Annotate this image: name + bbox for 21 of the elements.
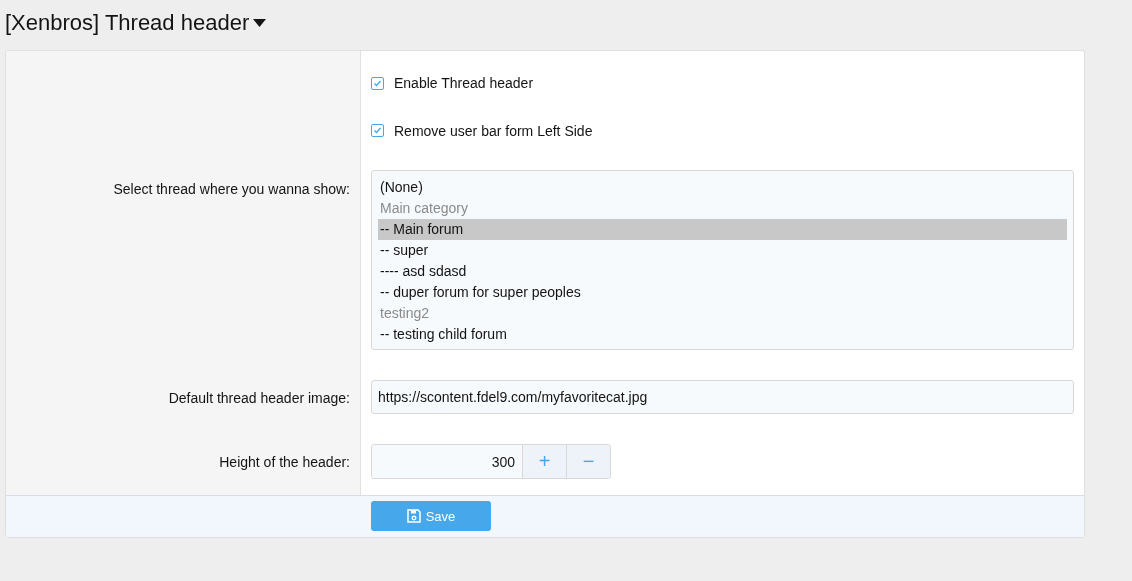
list-option[interactable]: ---- asd sdasd <box>378 261 1067 282</box>
checkbox[interactable] <box>371 76 384 90</box>
checkbox-label: Enable Thread header <box>394 75 534 91</box>
list-option[interactable]: (None) <box>378 177 1067 198</box>
caret-icon[interactable] <box>253 19 267 27</box>
list-option[interactable]: -- Main forum <box>378 219 1067 240</box>
list-option[interactable]: -- super <box>378 240 1067 261</box>
page-title: [Xenbros] Thread header <box>5 10 250 36</box>
checkmark-icon <box>373 126 382 135</box>
option-group-label: testing2 <box>379 304 431 323</box>
list-option[interactable]: -- duper forum for super peoples <box>378 282 1067 303</box>
field-label: Default thread header image: <box>168 389 350 406</box>
checkbox[interactable] <box>371 124 384 137</box>
option-group-label: Main category <box>379 199 469 218</box>
checkbox-label: Remove user bar form Left Side <box>394 122 593 139</box>
thread-listbox[interactable]: (None) Main category -- Main forum -- super ---- asd sdasd -- duper forum for super peoples testing2 -- testing child forum <box>371 170 1074 350</box>
field-label: Select thread where you wanna show: <box>113 181 350 197</box>
image-url-field[interactable]: https://scontent.fdel9.com/myfavoritecat.jpg <box>371 380 1074 414</box>
list-option[interactable]: -- testing child forum <box>378 324 1067 345</box>
field-label: Height of the header: <box>219 454 350 470</box>
checkmark-icon <box>373 78 382 88</box>
